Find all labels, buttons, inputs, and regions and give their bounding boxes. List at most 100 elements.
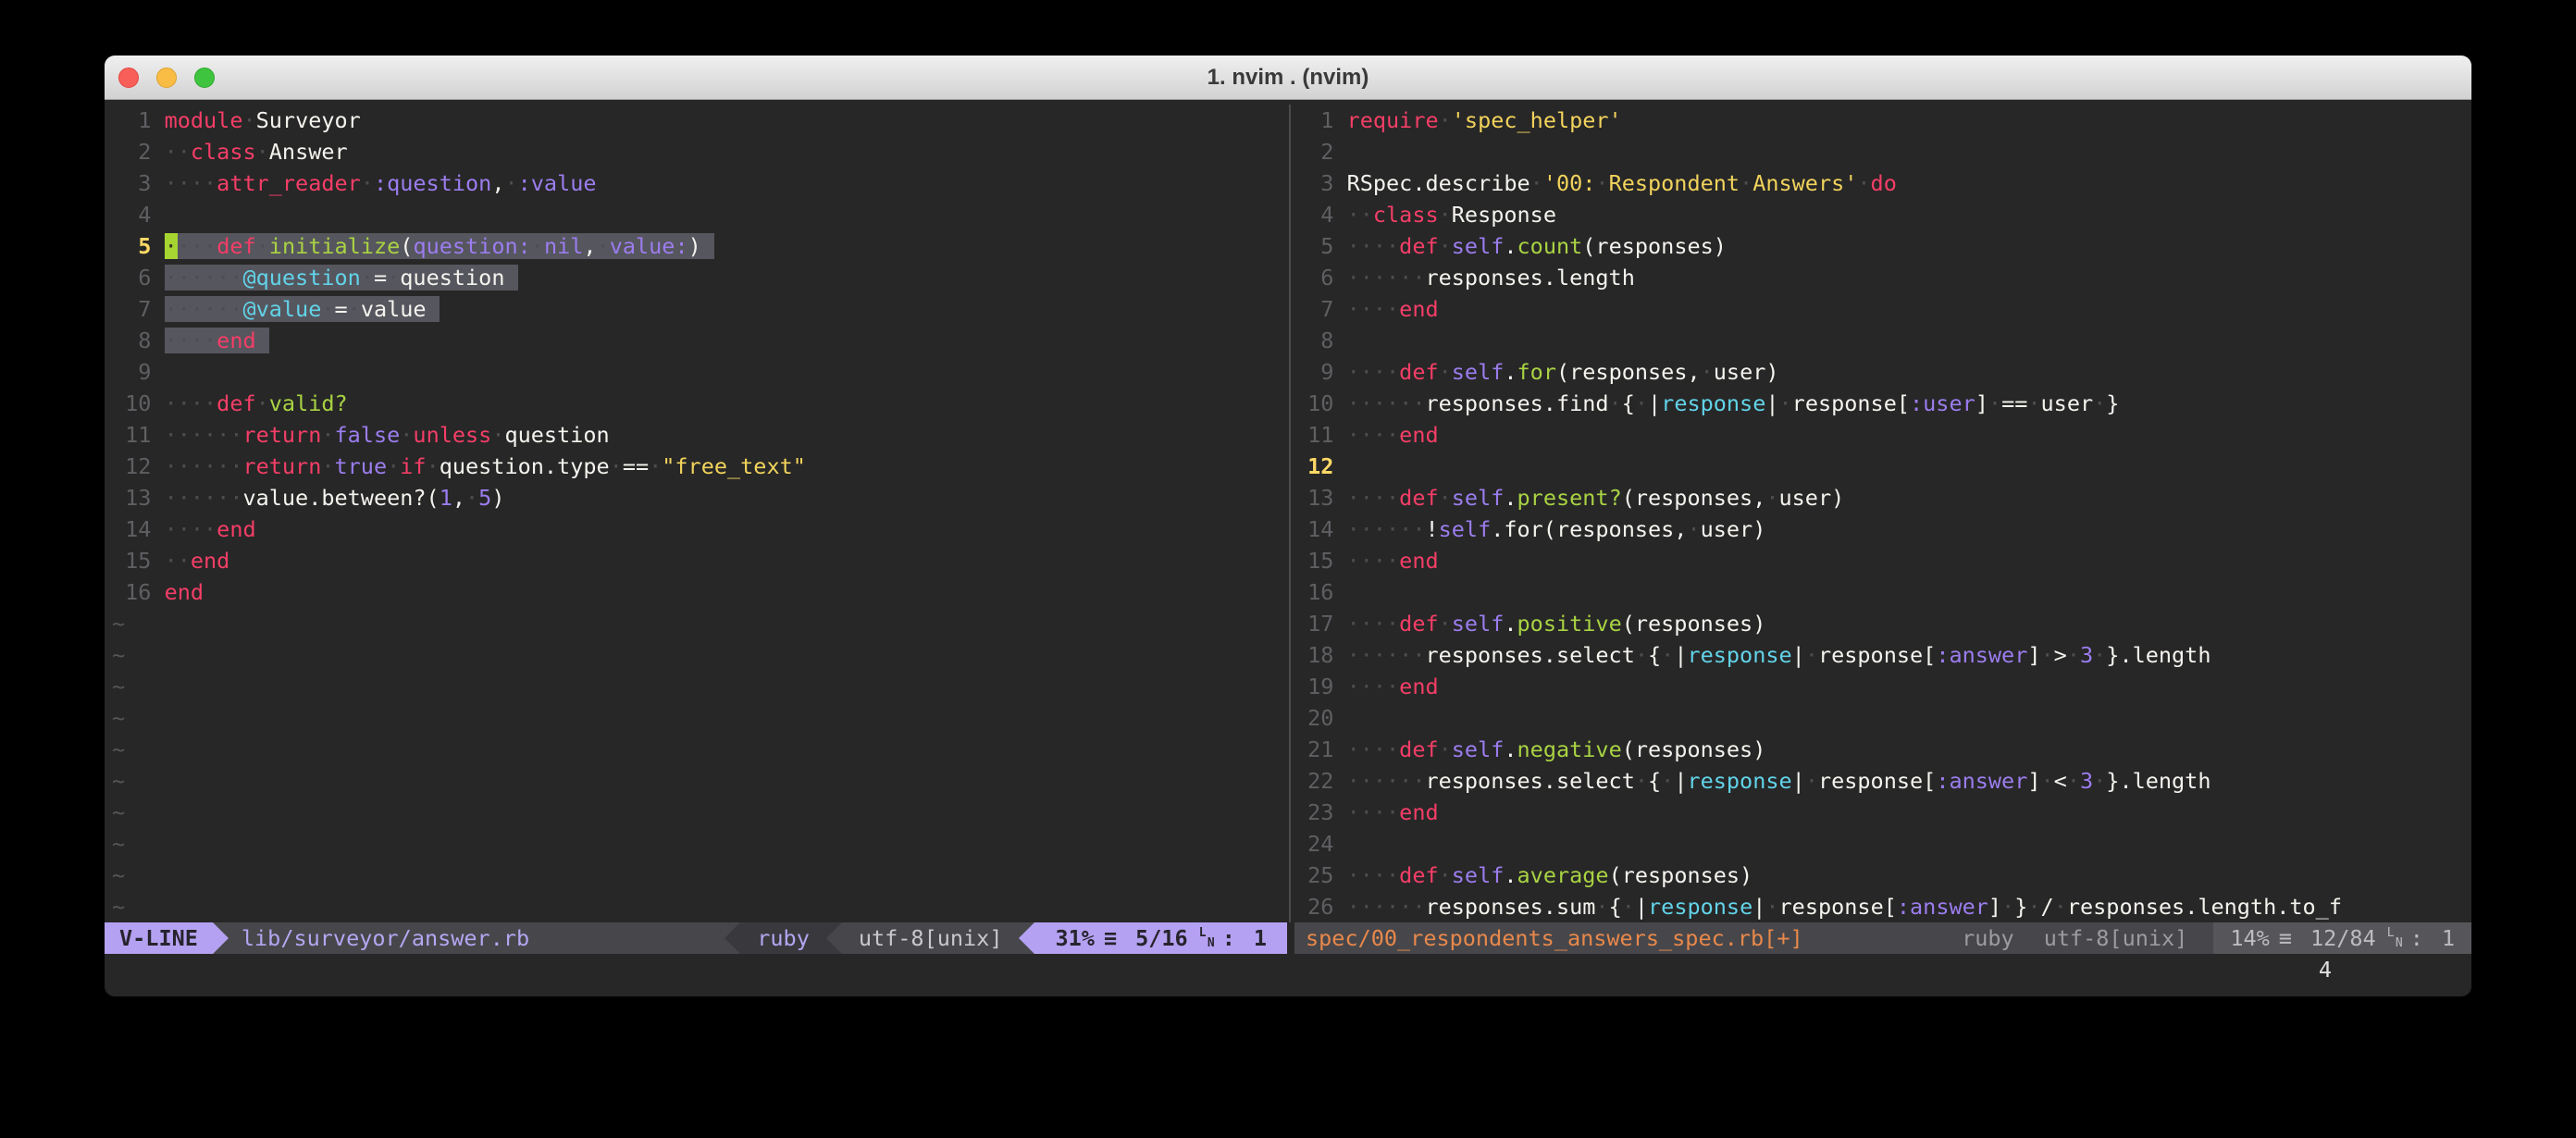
filetype-indicator: ruby	[1962, 922, 2014, 954]
code-line[interactable]: 12	[1294, 451, 2471, 482]
empty-buffer-line: ~	[112, 828, 1287, 860]
line-number: 13	[112, 482, 151, 513]
code-line[interactable]: 5····def·initialize(question:·nil,·value…	[112, 230, 1287, 262]
code-line[interactable]: 21····def·self.negative(responses)	[1294, 734, 2471, 765]
code-line[interactable]: 8····end	[112, 325, 1287, 356]
code-line[interactable]: 25····def·self.average(responses)	[1294, 860, 2471, 891]
line-content: ······responses.length	[1347, 265, 1635, 291]
code-line[interactable]: 6······@question·=·question	[112, 262, 1287, 293]
line-number: 9	[112, 356, 151, 388]
line-number: 8	[1294, 325, 1333, 356]
tilde-marker: ~	[112, 674, 125, 699]
empty-buffer-line: ~	[112, 891, 1287, 922]
line-content: ······value.between?(1,·5)	[165, 485, 505, 511]
line-number: 21	[1294, 734, 1333, 765]
line-content: ····def·self.for(responses,·user)	[1347, 359, 1779, 385]
line-content: ······responses.find·{·|response|·respon…	[1347, 390, 2120, 416]
code-line[interactable]: 18······responses.select·{·|response|·re…	[1294, 639, 2471, 671]
code-line[interactable]: 1require·'spec_helper'	[1294, 105, 2471, 136]
code-line[interactable]: 19····end	[1294, 671, 2471, 702]
code-line[interactable]: 2	[1294, 136, 2471, 167]
encoding-indicator: utf-8[unix]	[842, 922, 1020, 954]
code-line[interactable]: 13 ······value.between?(1,·5)	[112, 482, 1287, 513]
line-number: 10	[112, 388, 151, 419]
code-line[interactable]: 5 ····def·self.count(responses)	[1294, 230, 2471, 262]
encoding-indicator: utf-8[unix]	[2044, 922, 2188, 954]
line-number: 11	[112, 419, 151, 451]
code-line[interactable]: 16	[1294, 576, 2471, 608]
column-number: 1	[2442, 922, 2455, 954]
line-number: 11	[1294, 419, 1333, 451]
line-content: ····def·self.present?(responses,·user)	[1347, 485, 1845, 511]
empty-buffer-line: ~	[112, 734, 1287, 765]
code-line[interactable]: 24	[1294, 828, 2471, 860]
line-content: ····def·self.count(responses)	[1347, 233, 1727, 259]
line-number: 10	[1294, 388, 1333, 419]
code-line[interactable]: 11 ······return·false·unless·question	[112, 419, 1287, 451]
code-line[interactable]: 2··class·Answer	[112, 136, 1287, 167]
code-line[interactable]: 23····end	[1294, 797, 2471, 828]
code-line[interactable]: 14······!self.for(responses,·user)	[1294, 513, 2471, 545]
line-number: 7	[112, 293, 151, 325]
active-file-path: lib/surveyor/answer.rb	[229, 922, 724, 954]
code-line[interactable]: 3····attr_reader·:question,·:value	[112, 167, 1287, 199]
line-number: 23	[1294, 797, 1333, 828]
line-content: ··class·Answer	[165, 139, 348, 165]
code-line[interactable]: 17····def·self.positive(responses)	[1294, 608, 2471, 639]
colon-separator: :	[2410, 922, 2423, 954]
tilde-marker: ~	[112, 705, 125, 731]
code-line[interactable]: 13····def·self.present?(responses,·user)	[1294, 482, 2471, 513]
code-line[interactable]: 22······responses.select·{·|response|·re…	[1294, 765, 2471, 797]
powerline-separator-icon	[213, 922, 229, 954]
code-line[interactable]: 1module·Surveyor	[112, 105, 1287, 136]
code-line[interactable]: 6······responses.length	[1294, 262, 2471, 293]
tilde-marker: ~	[112, 611, 125, 637]
left-editor-pane[interactable]: 1module·Surveyor2··class·Answer3····attr…	[112, 105, 1287, 922]
code-line[interactable]: 9	[112, 356, 1287, 388]
code-line[interactable]: 7····end	[1294, 293, 2471, 325]
line-number: 7	[1294, 293, 1333, 325]
code-line[interactable]: 16end	[112, 576, 1287, 608]
code-line[interactable]: 11····end	[1294, 419, 2471, 451]
code-line[interactable]: 7······@value·=·value	[112, 293, 1287, 325]
line-content: ······responses.select·{·|response|·resp…	[1347, 768, 2211, 794]
line-content: ····attr_reader·:question,·:value	[165, 170, 597, 196]
empty-buffer-line: ~	[112, 671, 1287, 702]
line-number: 17	[1294, 608, 1333, 639]
powerline-separator-icon	[826, 922, 842, 954]
line-number: 12	[112, 451, 151, 482]
inactive-file-path: spec/00_respondents_answers_spec.rb[+]	[1294, 922, 1814, 954]
code-line[interactable]: 12······return·true·if·question.type·==·…	[112, 451, 1287, 482]
statusline-right-inactive: spec/00_respondents_answers_spec.rb[+] r…	[1294, 922, 2471, 954]
line-number: 2	[1294, 136, 1333, 167]
line-number: 5	[1294, 230, 1333, 262]
code-line[interactable]: 20	[1294, 702, 2471, 734]
code-line[interactable]: 14····end	[112, 513, 1287, 545]
code-line[interactable]: 10····def·valid?	[112, 388, 1287, 419]
line-content: ······responses.sum·{·|response|·respons…	[1347, 894, 2342, 920]
scroll-percent: 14%	[2230, 922, 2269, 954]
command-line[interactable]: 4	[105, 954, 2471, 985]
line-number: 6	[112, 262, 151, 293]
line-number: 26	[1294, 891, 1333, 922]
statusline-left-active: V-LINE lib/surveyor/answer.rb ruby utf-8…	[105, 922, 1287, 954]
code-line[interactable]: 8	[1294, 325, 2471, 356]
code-line[interactable]: 10 ······responses.find·{·|response|·resp…	[1294, 388, 2471, 419]
line-content: ····end	[1347, 674, 1439, 699]
line-number: 4	[1294, 199, 1333, 230]
code-line[interactable]: 15··end	[112, 545, 1287, 576]
desktop: 1. nvim . (nvim) 1module·Surveyor2··clas…	[0, 0, 2576, 1138]
code-line[interactable]: 4··class·Response	[1294, 199, 2471, 230]
line-content: ······return·false·unless·question	[165, 422, 610, 448]
window-separator[interactable]	[1287, 105, 1294, 922]
code-line[interactable]: 26 ······responses.sum·{·|response|·respo…	[1294, 891, 2471, 922]
line-position: 12/84	[2310, 922, 2376, 954]
code-line[interactable]: 4	[112, 199, 1287, 230]
code-line[interactable]: 15····end	[1294, 545, 2471, 576]
code-line[interactable]: 3RSpec.describe·'00:·Respondent·Answers'…	[1294, 167, 2471, 199]
tilde-marker: ~	[112, 736, 125, 762]
titlebar[interactable]: 1. nvim . (nvim)	[105, 56, 2471, 100]
line-content: ····end	[165, 516, 256, 542]
code-line[interactable]: 9····def·self.for(responses,·user)	[1294, 356, 2471, 388]
right-editor-pane[interactable]: 1require·'spec_helper'23RSpec.describe·'…	[1294, 105, 2471, 922]
